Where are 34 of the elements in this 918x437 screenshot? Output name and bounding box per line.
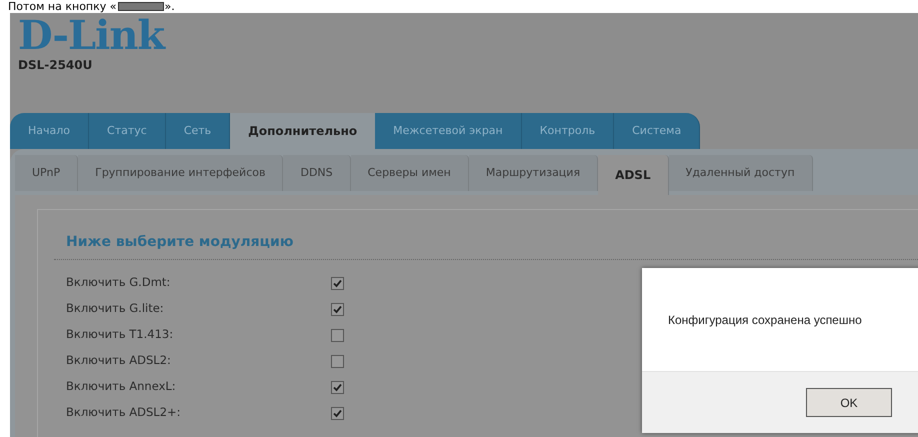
main-tab[interactable]: Сеть bbox=[166, 113, 230, 149]
sub-tab[interactable]: Маршрутизация bbox=[468, 155, 598, 191]
option-label: Включить G.lite: bbox=[66, 300, 165, 318]
ok-button[interactable]: OK bbox=[806, 388, 892, 417]
main-tab[interactable]: Межсетевой экран bbox=[375, 113, 522, 149]
option-label: Включить AnnexL: bbox=[66, 378, 177, 396]
checkbox[interactable] bbox=[331, 276, 344, 290]
sub-tab[interactable]: Серверы имен bbox=[350, 155, 469, 191]
main-tab[interactable]: Статус bbox=[89, 113, 166, 149]
section-title: Ниже выберите модуляцию bbox=[54, 232, 918, 260]
option-label: Включить ADSL2+: bbox=[66, 404, 182, 422]
logo: D-Link bbox=[18, 17, 167, 55]
main-tab[interactable]: Начало bbox=[10, 113, 90, 149]
sub-tab[interactable]: Удаленный доступ bbox=[668, 155, 813, 191]
option-label: Включить G.Dmt: bbox=[66, 274, 172, 292]
checkbox[interactable] bbox=[331, 354, 344, 368]
main-tab[interactable]: Дополнительно bbox=[230, 113, 376, 149]
option-label: Включить T1.413: bbox=[66, 326, 174, 344]
checkbox[interactable] bbox=[331, 380, 344, 394]
option-label: Включить ADSL2: bbox=[66, 352, 172, 370]
instruction-text: ». bbox=[164, 0, 175, 13]
checkbox[interactable] bbox=[331, 328, 344, 342]
model-name: DSL-2540U bbox=[18, 57, 94, 74]
sub-tab[interactable]: UPnP bbox=[15, 155, 78, 191]
sub-tab[interactable]: DDNS bbox=[283, 155, 351, 191]
button-placeholder-icon bbox=[118, 2, 164, 11]
checkbox[interactable] bbox=[331, 406, 344, 420]
sub-tab[interactable]: Группирование интерфейсов bbox=[78, 155, 284, 191]
instruction-text: Потом на кнопку « bbox=[8, 0, 117, 13]
sub-tab[interactable]: ADSL bbox=[598, 155, 669, 195]
main-tab[interactable]: Система bbox=[614, 113, 700, 149]
checkbox[interactable] bbox=[331, 302, 344, 316]
dialog-message: Конфигурация сохранена успешно bbox=[668, 312, 862, 328]
main-tab[interactable]: Контроль bbox=[522, 113, 614, 149]
